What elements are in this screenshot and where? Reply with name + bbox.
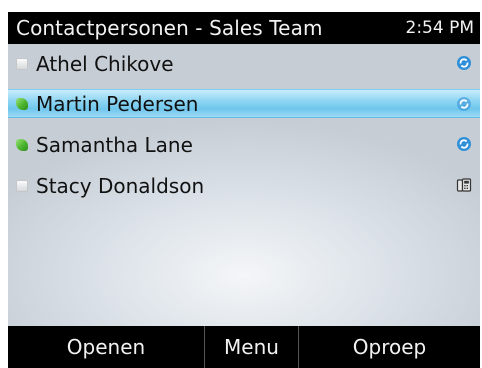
communicator-icon [457,137,471,151]
communicator-icon [457,56,471,70]
communicator-icon [457,97,471,111]
contact-item-stacy-donaldson[interactable]: Stacy Donaldson [8,171,480,200]
presence-online-icon [16,97,28,110]
page-title: Contactpersonen - Sales Team [16,16,323,40]
open-softkey[interactable]: Openen [8,326,204,368]
title-bar: Contactpersonen - Sales Team 2:54 PM [8,12,480,44]
presence-offline-icon [16,57,28,70]
device-screen: Contactpersonen - Sales Team 2:54 PM Ath… [0,0,482,368]
menu-softkey[interactable]: Menu [204,326,299,368]
presence-online-icon [16,138,28,151]
contact-name: Martin Pedersen [36,91,199,116]
contact-name: Samantha Lane [36,132,193,157]
contact-item-samantha-lane[interactable]: Samantha Lane [8,130,480,159]
contact-list: Athel Chikove Martin Pedersen Samantha L… [8,44,480,326]
clock: 2:54 PM [405,18,475,38]
call-softkey[interactable]: Oproep [299,326,480,368]
contact-name: Stacy Donaldson [36,173,205,198]
phone-icon [456,178,472,192]
contact-item-athel-chikove[interactable]: Athel Chikove [8,49,480,78]
contact-name: Athel Chikove [36,51,174,76]
presence-offline-icon [16,179,28,192]
softkey-bar: Openen Menu Oproep [8,326,480,368]
contact-item-martin-pedersen[interactable]: Martin Pedersen [8,89,480,118]
